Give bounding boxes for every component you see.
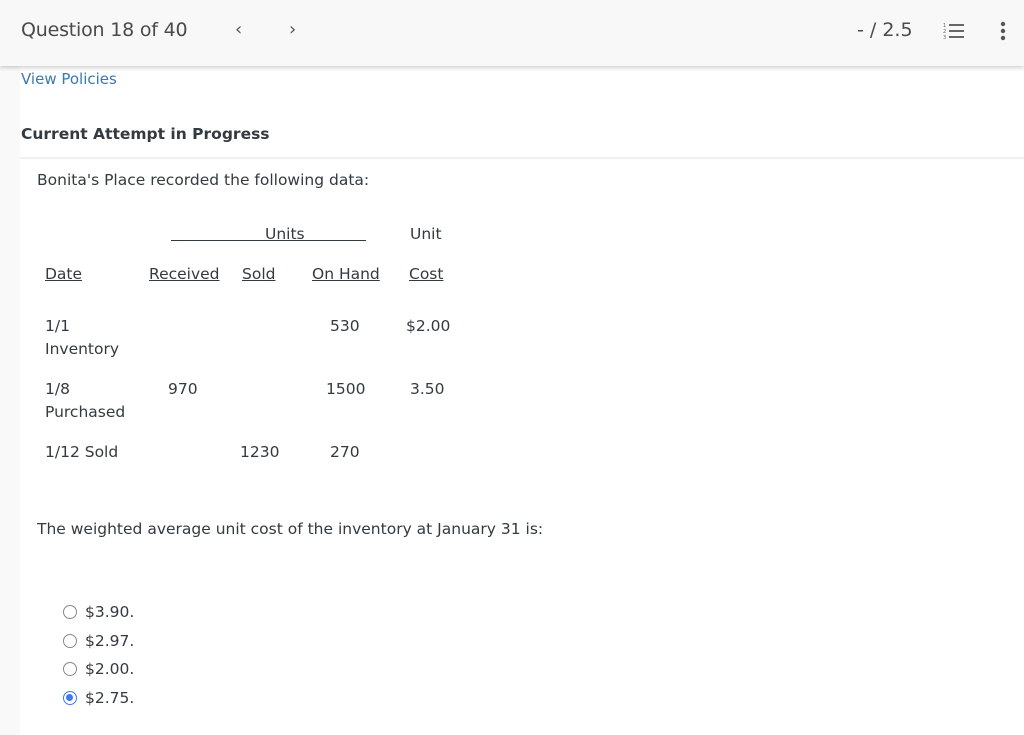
view-policies-link[interactable]: View Policies (21, 70, 117, 88)
answer-option-label: $2.75. (85, 688, 135, 707)
table-cell-sold: 1230 (240, 443, 280, 461)
column-header-received: Received (149, 265, 220, 283)
answer-option-label: $2.00. (85, 660, 135, 679)
radio-button[interactable] (63, 690, 77, 705)
table-cell-on-hand: 270 (330, 443, 360, 461)
next-question-button[interactable]: › (289, 19, 296, 40)
table-cell-date: 1/12 Sold (45, 443, 119, 461)
table-cell-cost: 3.50 (410, 380, 445, 398)
radio-button[interactable] (63, 605, 77, 620)
numbered-list-icon[interactable]: 1 2 3 (943, 22, 965, 40)
answer-option[interactable]: $2.00. (63, 655, 134, 684)
table-cell-on-hand: 1500 (326, 380, 366, 398)
score-display: - / 2.5 (857, 19, 913, 41)
previous-question-button[interactable]: ‹ (235, 19, 242, 40)
column-header-sold: Sold (242, 265, 276, 283)
column-header-cost: Cost (409, 265, 444, 283)
answer-option[interactable]: $3.90. (63, 598, 134, 627)
table-cell-received: 970 (168, 380, 198, 398)
answer-option-label: $2.97. (85, 631, 135, 650)
answer-option[interactable]: $2.75. (63, 684, 134, 713)
column-header-on-hand: On Hand (312, 265, 380, 283)
question-content: View Policies Current Attempt in Progres… (20, 66, 1024, 735)
radio-button[interactable] (63, 662, 77, 677)
column-header-date: Date (45, 265, 83, 283)
answer-option[interactable]: $2.97. (63, 627, 134, 656)
table-cell-date-desc: Purchased (45, 403, 126, 421)
answer-options: $3.90. $2.97. $2.00. $2.75. (63, 598, 134, 712)
question-title: Question 18 of 40 (21, 19, 188, 41)
question-text: The weighted average unit cost of the in… (37, 520, 544, 538)
table-cell-date: 1/1 (45, 317, 70, 335)
units-group-header: Units (265, 225, 305, 243)
section-divider (20, 157, 1024, 159)
table-cell-date-desc: Inventory (45, 340, 120, 358)
answer-option-label: $3.90. (85, 603, 135, 622)
svg-text:3: 3 (943, 35, 946, 40)
table-cell-cost: $2.00 (406, 317, 451, 335)
radio-button[interactable] (63, 633, 77, 648)
attempt-status: Current Attempt in Progress (21, 125, 270, 143)
question-intro: Bonita's Place recorded the following da… (37, 171, 370, 189)
table-cell-date: 1/8 (45, 380, 70, 398)
unit-cost-header: Unit (410, 225, 442, 243)
question-header: Question 18 of 40 ‹ › - / 2.5 1 2 3 (0, 0, 1024, 66)
more-vertical-icon[interactable] (997, 21, 1009, 43)
table-cell-on-hand: 530 (330, 317, 360, 335)
